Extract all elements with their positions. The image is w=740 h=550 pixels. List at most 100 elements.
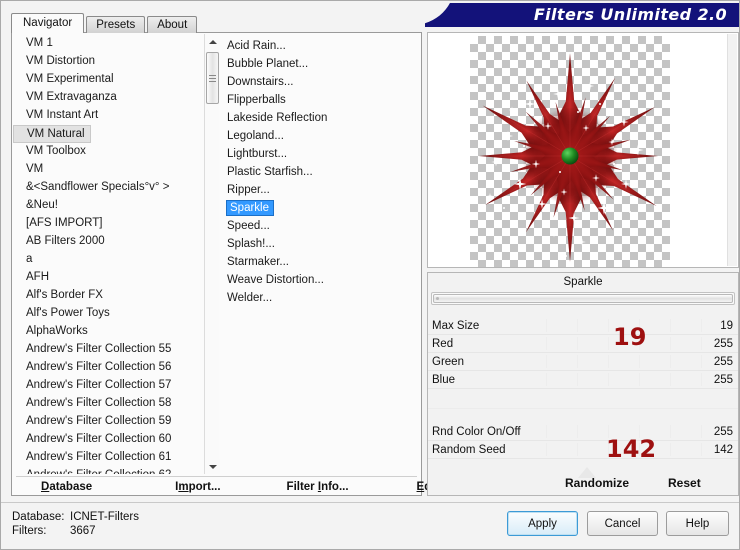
category-item[interactable]: Andrew's Filter Collection 57	[13, 376, 203, 394]
status-text: Database: ICNET-Filters Filters: 3667	[12, 510, 139, 538]
tab-navigator[interactable]: Navigator	[11, 13, 85, 33]
menu-import-label: port...	[188, 480, 221, 493]
filter-item-label: Downstairs...	[227, 76, 294, 88]
category-item[interactable]: Andrew's Filter Collection 55	[13, 340, 203, 358]
category-item-label: Andrew's Filter Collection 62	[13, 466, 203, 474]
category-item[interactable]: VM Instant Art	[13, 106, 203, 124]
category-item[interactable]: &Neu!	[13, 196, 203, 214]
category-item[interactable]: Andrew's Filter Collection 58	[13, 394, 203, 412]
apply-button[interactable]: Apply	[507, 511, 578, 536]
category-item[interactable]: VM	[13, 160, 203, 178]
parameter-rows-primary: Max Size 19 Red 255 Green 255 Blue 255	[428, 317, 738, 389]
category-item[interactable]: Alf's Power Toys	[13, 304, 203, 322]
filter-list[interactable]: Acid Rain... Bubble Planet... Downstairs..…	[225, 37, 415, 467]
category-item-label: a	[26, 253, 33, 265]
filter-item[interactable]: Bubble Planet...	[225, 55, 415, 73]
category-item-label: Andrew's Filter Collection 57	[26, 379, 172, 391]
category-item-label: VM Toolbox	[26, 145, 86, 157]
category-item[interactable]: &<Sandflower Specials°v° >	[13, 178, 203, 196]
filter-item[interactable]: Speed...	[225, 217, 415, 235]
filter-item[interactable]: Lakeside Reflection	[225, 109, 415, 127]
status-filters-key: Filters:	[12, 525, 47, 537]
category-item-label: AFH	[26, 271, 49, 283]
filter-item[interactable]: Splash!...	[225, 235, 415, 253]
help-button[interactable]: Help	[666, 511, 729, 536]
menu-filter-info-label: nfo...	[321, 480, 349, 493]
category-item[interactable]: Alf's Border FX	[13, 286, 203, 304]
category-item[interactable]: Andrew's Filter Collection 61	[13, 448, 203, 466]
menu-database[interactable]: Database	[41, 481, 92, 493]
filter-item[interactable]: Plastic Starfish...	[225, 163, 415, 181]
parameter-row[interactable]: Red 255	[428, 335, 738, 353]
menu-import[interactable]: Import...	[175, 481, 220, 493]
parameter-row[interactable]: Max Size 19	[428, 317, 738, 335]
category-item[interactable]: AB Filters 2000	[13, 232, 203, 250]
filter-item-label: Legoland...	[227, 130, 284, 142]
category-item[interactable]: Andrew's Filter Collection 59	[13, 412, 203, 430]
filter-item[interactable]: Welder...	[225, 289, 415, 307]
category-item[interactable]: VM Distortion	[13, 52, 203, 70]
category-item[interactable]: Andrew's Filter Collection 56	[13, 358, 203, 376]
cancel-button[interactable]: Cancel	[587, 511, 658, 536]
menu-filter-info[interactable]: Filter Info...	[287, 481, 349, 493]
filter-item[interactable]: Flipperballs	[225, 91, 415, 109]
category-item[interactable]: VM 1	[13, 34, 203, 52]
reset-button[interactable]: Reset	[668, 476, 701, 490]
filter-item[interactable]: Ripper...	[225, 181, 415, 199]
category-item-label: Andrew's Filter Collection 56	[26, 361, 172, 373]
parameters-horizontal-scrollbar[interactable]	[431, 292, 735, 305]
scroll-down-icon[interactable]	[205, 459, 220, 474]
randomize-button[interactable]: Randomize	[565, 476, 629, 490]
parameter-rows-secondary: Rnd Color On/Off 255 Random Seed 142	[428, 423, 738, 459]
preview-pane[interactable]	[427, 32, 739, 268]
category-item[interactable]: VM Experimental	[13, 70, 203, 88]
category-item-label: VM Extravaganza	[26, 91, 117, 103]
category-item[interactable]: VM Natural	[13, 124, 203, 143]
category-item-label: Andrew's Filter Collection 55	[26, 343, 172, 355]
parameter-row[interactable]: Rnd Color On/Off 255	[428, 423, 738, 441]
filter-item[interactable]: Acid Rain...	[225, 37, 415, 55]
parameter-value: 255	[713, 356, 733, 368]
category-item-label: Andrew's Filter Collection 61	[26, 451, 172, 463]
parameter-row[interactable]: Green 255	[428, 353, 738, 371]
parameters-scroll-thumb[interactable]	[433, 294, 733, 303]
filter-item-label: Speed...	[227, 220, 270, 232]
category-item[interactable]: VM Extravaganza	[13, 88, 203, 106]
parameter-row[interactable]: Blue 255	[428, 371, 738, 389]
slider-ticks	[428, 335, 738, 352]
parameter-row[interactable]: Random Seed 142	[428, 441, 738, 459]
tab-about[interactable]: About	[147, 16, 198, 33]
parameter-value: 19	[720, 320, 733, 332]
parameter-label: Rnd Color On/Off	[432, 426, 521, 438]
category-scroll-thumb[interactable]	[206, 52, 219, 104]
app-title: Filters Unlimited 2.0	[533, 5, 727, 24]
navigator-panel: VM 1 VM Distortion VM Experimental VM Extra…	[11, 32, 459, 496]
tab-presets[interactable]: Presets	[86, 16, 146, 33]
filter-item[interactable]: Sparkle	[225, 199, 415, 217]
filter-item[interactable]: Legoland...	[225, 127, 415, 145]
category-item[interactable]: AFH	[13, 268, 203, 286]
parameters-title: Sparkle	[428, 273, 738, 292]
panel-menu: Database Import... Filter Info... Editor…	[12, 477, 459, 496]
scroll-up-icon[interactable]	[205, 34, 220, 49]
parameter-rows-gap2	[428, 409, 738, 423]
category-item[interactable]: a	[13, 250, 203, 268]
category-list[interactable]: VM 1 VM Distortion VM Experimental VM Extra…	[13, 34, 203, 474]
category-item-label: Andrew's Filter Collection 58	[26, 397, 172, 409]
preview-scrollbar[interactable]	[727, 34, 737, 266]
category-item[interactable]: VM Toolbox	[13, 142, 203, 160]
category-item-label: Alf's Power Toys	[26, 307, 110, 319]
category-item[interactable]: Andrew's Filter Collection 62	[13, 466, 203, 474]
filter-item-label: Welder...	[227, 292, 273, 304]
slider-ticks	[428, 371, 738, 388]
category-item[interactable]: Andrew's Filter Collection 60	[13, 430, 203, 448]
category-list-scrollbar[interactable]	[204, 34, 220, 474]
filter-item[interactable]: Weave Distortion...	[225, 271, 415, 289]
category-item[interactable]: [AFS IMPORT]	[13, 214, 203, 232]
category-item-label: [AFS IMPORT]	[26, 217, 103, 229]
filter-item[interactable]: Starmaker...	[225, 253, 415, 271]
filter-item[interactable]: Lightburst...	[225, 145, 415, 163]
category-item[interactable]: AlphaWorks	[13, 322, 203, 340]
parameter-value: 255	[713, 374, 733, 386]
filter-item[interactable]: Downstairs...	[225, 73, 415, 91]
